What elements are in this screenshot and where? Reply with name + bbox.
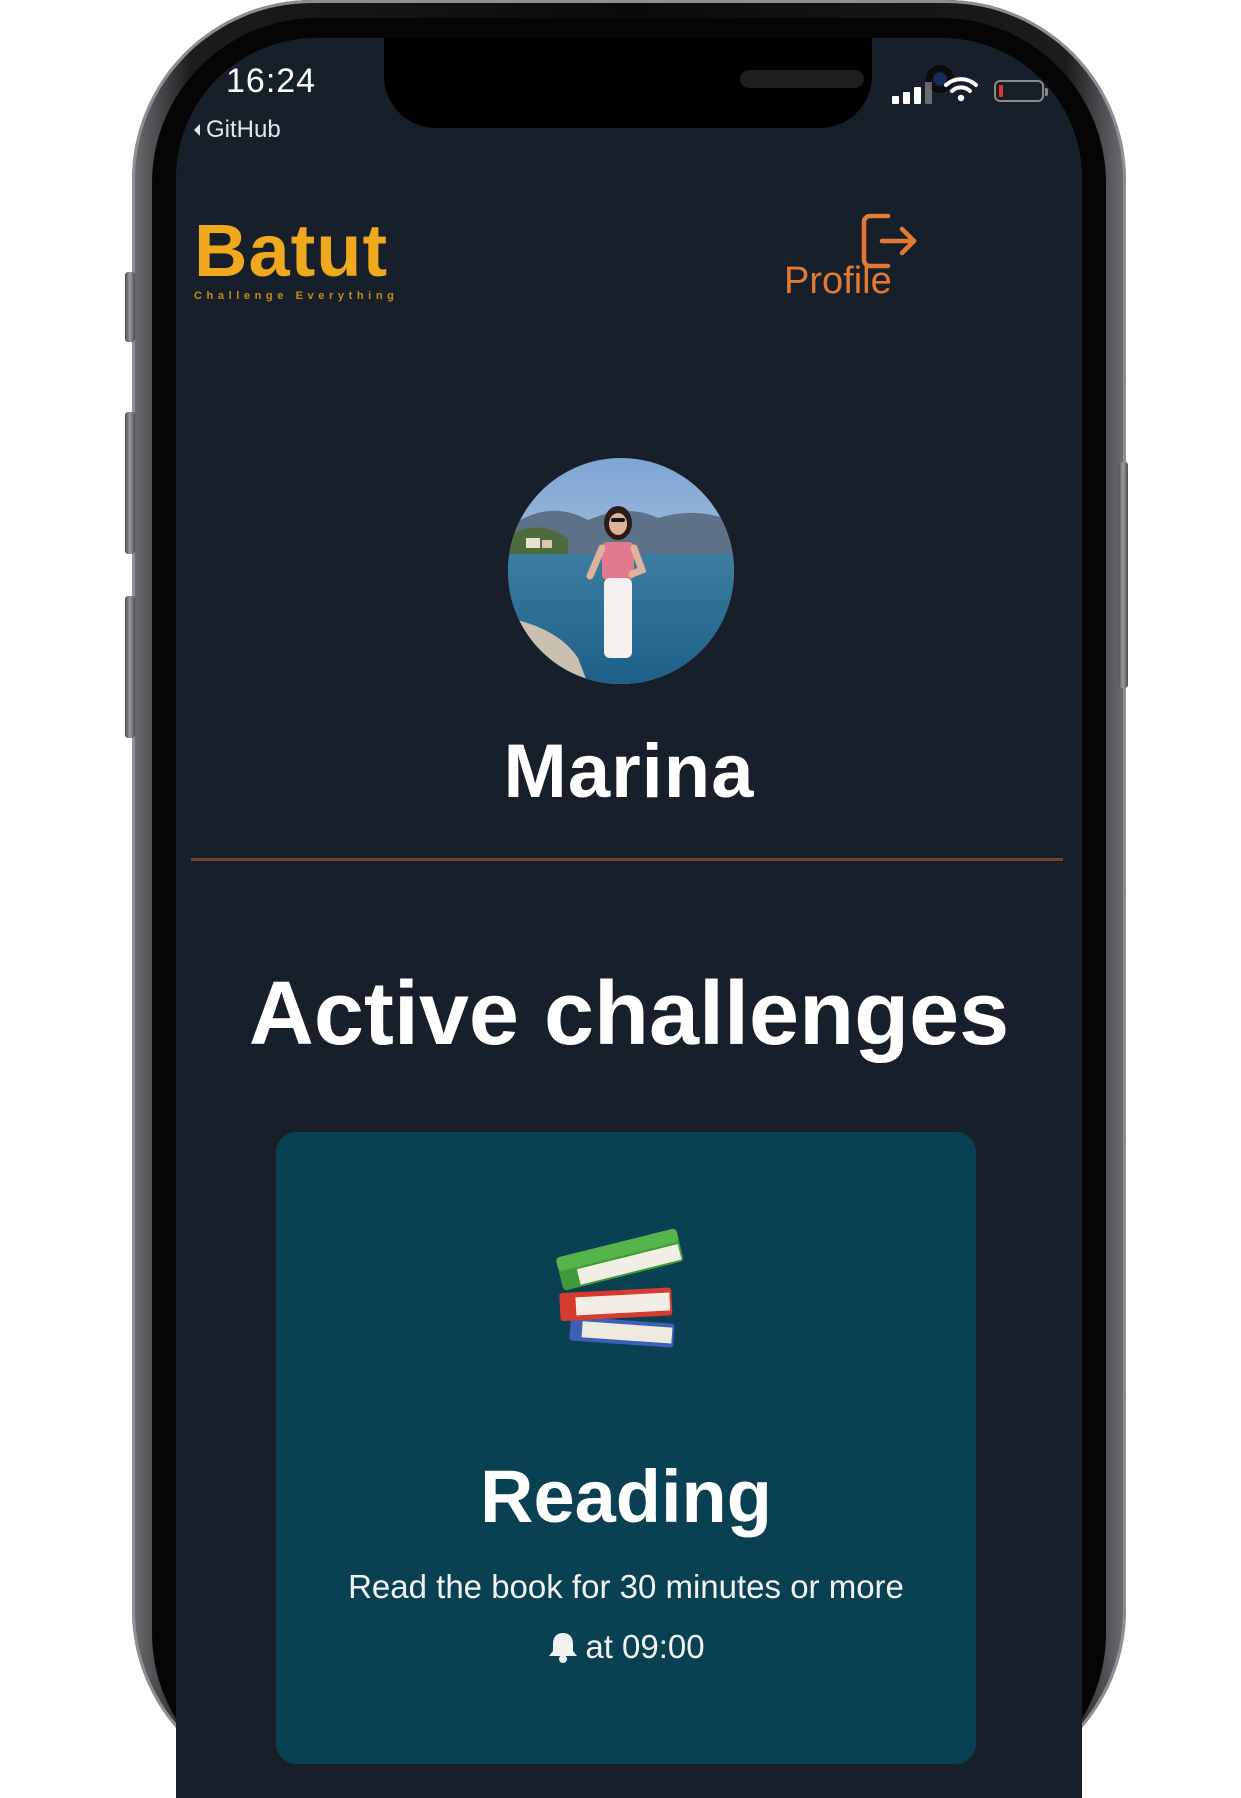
logout-icon[interactable] [858,210,920,272]
challenge-reminder-time: at 09:00 [585,1628,705,1665]
profile-name: Marina [503,729,755,814]
brand-name: Batut [194,209,389,292]
battery-icon [994,80,1048,102]
power-button [1118,462,1128,688]
notch [384,38,954,128]
challenge-card[interactable]: Reading Read the book for 30 minutes or … [276,1132,976,1764]
challenge-description: Read the book for 30 minutes or more [348,1568,904,1605]
brand-logo[interactable]: Batut Challenge Everything [194,209,399,303]
earpiece-speaker [740,70,864,88]
bell-icon [549,1633,578,1663]
back-to-app-link[interactable]: GitHub [194,116,281,144]
cellular-signal-icon [892,82,932,104]
avatar[interactable] [508,458,734,684]
books-icon [556,1228,684,1348]
volume-down-button [125,596,135,738]
section-divider [191,858,1063,861]
avatar-photo [508,458,734,684]
battery-level [999,85,1003,97]
status-time: 16:24 [226,62,317,100]
active-challenges-heading: Active challenges [248,964,1010,1064]
wifi-icon [944,77,978,102]
app-screen: 16:24 GitHub Batut Challenge Everything … [176,38,1082,1798]
challenge-reminder: at 09:00 [276,1628,976,1666]
challenge-title: Reading [480,1455,772,1538]
back-app-label: GitHub [206,116,281,143]
mute-switch [125,272,135,342]
back-caret-icon [194,124,200,136]
brand-tagline: Challenge Everything [194,290,399,302]
volume-up-button [125,412,135,554]
